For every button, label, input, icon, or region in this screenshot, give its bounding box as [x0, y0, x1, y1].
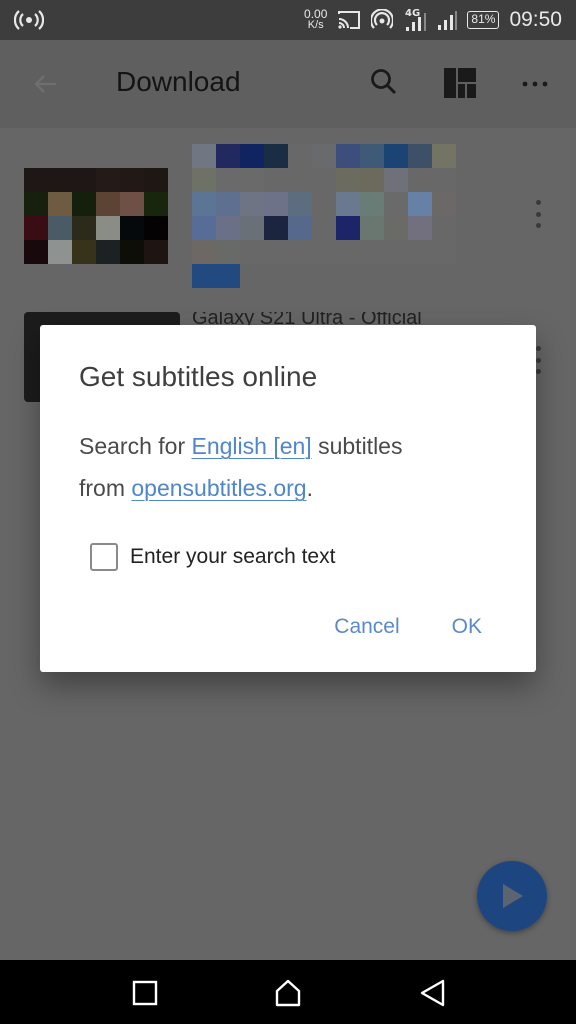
cancel-button[interactable]: Cancel [334, 615, 399, 639]
battery-icon: 81% [467, 11, 500, 29]
dialog-title: Get subtitles online [79, 361, 318, 392]
video-thumbnail [24, 168, 168, 264]
more-vertical-icon [535, 346, 541, 351]
message-from: from [79, 475, 132, 501]
hotspot-icon [14, 8, 44, 32]
play-fab[interactable] [477, 861, 547, 931]
status-bar: 0.00 K/s 4G 81% 09:50 [0, 0, 576, 40]
more-vertical-icon [535, 200, 541, 205]
subtitles-dialog: Get subtitles online Search for English … [40, 325, 536, 672]
layout-button[interactable] [444, 68, 476, 98]
cast-icon [337, 10, 361, 30]
back-triangle-icon [420, 979, 445, 1007]
net-speed-unit: K/s [307, 19, 324, 31]
search-button[interactable] [368, 66, 400, 98]
system-nav-bar [0, 960, 576, 1024]
back-button[interactable] [30, 68, 62, 100]
svg-text:4G: 4G [405, 8, 420, 19]
home-button[interactable] [273, 978, 303, 1008]
search-text-checkbox[interactable] [90, 543, 118, 571]
item-title: Galaxy S21 Ultra - Official [192, 312, 422, 326]
message-prefix: Search for [79, 433, 192, 459]
wifi-hotspot-icon [371, 9, 394, 31]
recents-square-icon [132, 980, 158, 1006]
recents-button[interactable] [130, 978, 160, 1008]
screen: 0.00 K/s 4G 81% 09:50 Download Galaxy S2… [0, 0, 576, 1024]
layout-grid-icon [444, 68, 476, 98]
clock: 09:50 [509, 8, 562, 31]
search-text-option[interactable]: Enter your search text [90, 543, 335, 571]
signal-icon [437, 9, 458, 31]
more-horizontal-icon [522, 81, 548, 87]
source-link[interactable]: opensubtitles.org [131, 475, 306, 501]
arrow-left-icon [34, 75, 56, 93]
checkbox-label: Enter your search text [130, 545, 336, 568]
home-icon [275, 979, 301, 1007]
signal-4g-icon: 4G [403, 7, 427, 33]
message-suffix: . [306, 475, 313, 501]
more-options-button[interactable] [520, 70, 552, 98]
item-title-blurred [192, 144, 456, 288]
page-title: Download [116, 66, 241, 97]
language-link[interactable]: English [en] [192, 433, 312, 459]
play-icon [503, 884, 523, 908]
back-nav-button[interactable] [418, 978, 448, 1008]
search-icon [371, 69, 397, 95]
ok-button[interactable]: OK [452, 615, 482, 639]
item-menu-button[interactable] [534, 200, 542, 228]
net-speed: 0.00 K/s [304, 8, 327, 31]
app-bar: Download [0, 40, 576, 128]
dialog-actions: Cancel OK [334, 615, 482, 639]
dialog-message: Search for English [en] subtitles from o… [79, 425, 499, 509]
message-middle: subtitles [311, 433, 403, 459]
